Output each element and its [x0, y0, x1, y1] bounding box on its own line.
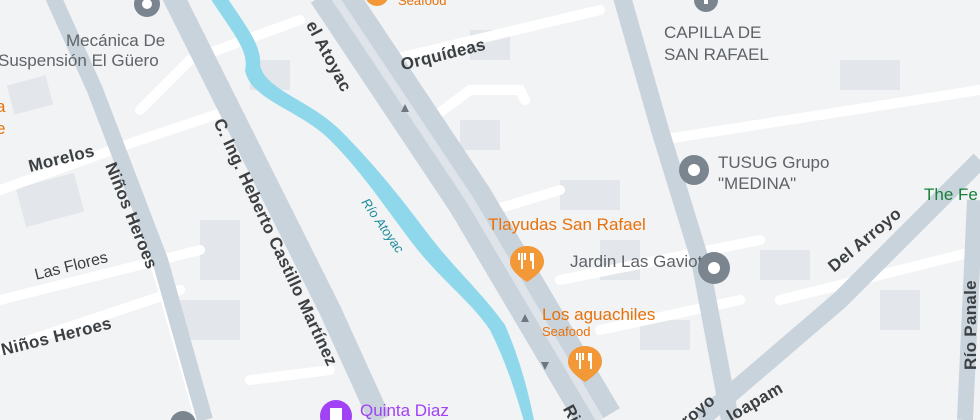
restaurant-icon[interactable] [566, 344, 604, 384]
restaurant-icon[interactable] [364, 0, 390, 8]
restaurant-name: Los aguachiles [542, 305, 656, 324]
map-canvas[interactable]: el Atoyac Orquídeas Morelos Niños Heroes… [0, 0, 980, 420]
restaurant-label-partial-2[interactable]: e [0, 119, 5, 139]
restaurant-label-seafood-top[interactable]: Seafood [398, 0, 446, 8]
street-label-rio-panales: Río Panale [961, 280, 980, 370]
place-label-the-fe[interactable]: The Fe [924, 185, 978, 205]
place-label-mecanica-line2[interactable]: Suspensión El Güero [0, 51, 159, 71]
place-label-tusug-line1[interactable]: TUSUG Grupo [718, 153, 829, 173]
map-pin-icon[interactable] [696, 250, 732, 286]
place-label-quinta-diaz[interactable]: Quinta Diaz [360, 401, 449, 420]
restaurant-category: Seafood [542, 323, 591, 339]
restaurant-icon[interactable] [508, 244, 546, 284]
restaurant-label-aguachiles[interactable]: Los aguachiles Seafood [542, 305, 656, 339]
place-label-capilla-line1[interactable]: CAPILLA DE [664, 23, 761, 43]
map-pin-icon[interactable] [678, 154, 710, 188]
place-label-capilla-line2[interactable]: SAN RAFAEL [664, 45, 769, 65]
map-pin-icon[interactable] [168, 410, 198, 420]
restaurant-label-partial-1[interactable]: a [0, 97, 5, 117]
worship-icon[interactable] [692, 0, 720, 16]
worship-icon[interactable] [318, 398, 354, 420]
place-label-tusug-line2[interactable]: "MEDINA" [718, 174, 796, 194]
restaurant-label-tlayudas[interactable]: Tlayudas San Rafael [488, 215, 646, 235]
map-pin-icon[interactable] [132, 0, 162, 22]
place-label-mecanica-line1[interactable]: Mecánica De [66, 31, 165, 51]
